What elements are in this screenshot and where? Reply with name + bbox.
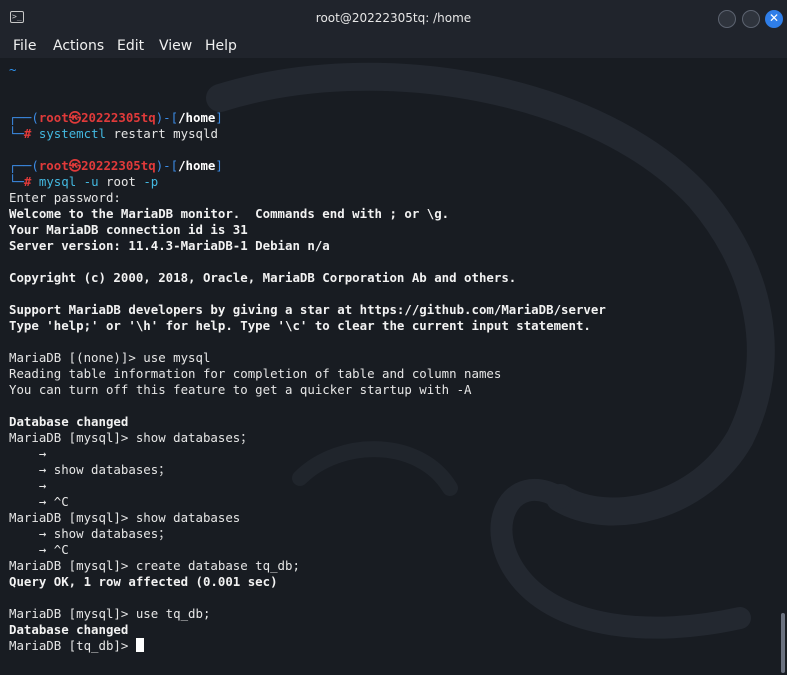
window-title: root@20222305tq: /home <box>315 11 472 25</box>
command-name: mysql <box>38 174 77 189</box>
output-line: Copyright (c) 2000, 2018, Oracle, MariaD… <box>9 270 517 285</box>
prompt-frame: ] <box>215 158 223 173</box>
maximize-button[interactable] <box>742 10 760 28</box>
prompt-frame: ┌──( <box>9 158 39 173</box>
output-line: Query OK, 1 row affected (0.001 sec) <box>9 574 278 589</box>
active-prompt: MariaDB [tq_db]> <box>9 638 136 653</box>
output-line: Database changed <box>9 414 129 429</box>
prompt-path: /home <box>178 110 216 125</box>
scrollbar-thumb[interactable] <box>781 613 785 673</box>
close-button[interactable]: ✕ <box>765 10 783 28</box>
prompt-header: ┌──(root㉿20222305tq)-[/home] <box>9 158 606 174</box>
home-tilde: ~ <box>9 62 17 77</box>
command-args: restart mysqld <box>113 126 218 141</box>
prompt-frame: └─ <box>9 126 24 141</box>
minimize-button[interactable] <box>718 10 736 28</box>
prompt-frame: ┌──( <box>9 110 39 125</box>
prompt-hash: # <box>23 174 32 189</box>
prompt-header: ┌──(root㉿20222305tq)-[/home] <box>9 110 606 126</box>
output-line: Your MariaDB connection id is 31 <box>9 222 248 237</box>
output-line: MariaDB [mysql]> create database tq_db; <box>9 558 300 573</box>
command-name: systemctl <box>38 126 106 141</box>
menu-actions[interactable]: Actions <box>53 38 104 54</box>
menu-edit[interactable]: Edit <box>117 38 144 54</box>
menu-file[interactable]: File <box>13 38 36 54</box>
output-line: → <box>9 478 47 493</box>
output-line: Server version: 11.4.3-MariaDB-1 Debian … <box>9 238 330 253</box>
output-line: MariaDB [mysql]> use tq_db; <box>9 606 211 621</box>
prompt-frame: )-[ <box>155 110 179 125</box>
command-arg: root <box>106 174 136 189</box>
menu-view[interactable]: View <box>159 38 192 54</box>
output-line: Enter password: <box>9 190 121 205</box>
output-line: MariaDB [mysql]> show databases <box>9 510 241 525</box>
active-prompt-line[interactable]: MariaDB [tq_db]> <box>9 638 606 654</box>
prompt-host: 20222305tq <box>81 158 156 173</box>
command-flag: -p <box>143 174 159 189</box>
prompt-user: root <box>38 158 69 173</box>
prompt-path: /home <box>178 158 216 173</box>
output-line: → <box>9 446 47 461</box>
output-line: Reading table information for completion… <box>9 366 502 381</box>
menu-help[interactable]: Help <box>205 38 237 54</box>
output-line: → ^C <box>9 494 69 509</box>
command-line: └─# mysql -u root -p <box>9 174 606 190</box>
output-line: → show databases； <box>9 462 171 477</box>
prompt-frame: ] <box>215 110 223 125</box>
output-line: MariaDB [mysql]> show databases； <box>9 430 253 445</box>
output-line: → show databases； <box>9 526 171 541</box>
output-line: Database changed <box>9 622 129 637</box>
command-flag: -u <box>83 174 99 189</box>
terminal-output: ~ ┌──(root㉿20222305tq)-[/home] └─# syste… <box>9 62 606 654</box>
prompt-frame: )-[ <box>155 158 179 173</box>
output-line: Support MariaDB developers by giving a s… <box>9 302 606 317</box>
output-line: Type 'help;' or '\h' for help. Type '\c'… <box>9 318 591 333</box>
title-bar: >_ root@20222305tq: /home ✕ <box>0 0 787 36</box>
command-line: └─# systemctl restart mysqld <box>9 126 606 142</box>
mariadb-session: Enter password: Welcome to the MariaDB mo… <box>9 190 606 638</box>
terminal-area[interactable]: ~ ┌──(root㉿20222305tq)-[/home] └─# syste… <box>0 58 787 675</box>
prompt-user: root <box>38 110 69 125</box>
prompt-at: ㉿ <box>68 158 82 173</box>
output-line: Welcome to the MariaDB monitor. Commands… <box>9 206 450 221</box>
output-line: → ^C <box>9 542 69 557</box>
prompt-hash: # <box>23 126 32 141</box>
prompt-frame: └─ <box>9 174 24 189</box>
prompt-at: ㉿ <box>68 110 82 125</box>
menu-bar: File Actions Edit View Help <box>0 36 787 58</box>
output-line: MariaDB [(none)]> use mysql <box>9 350 211 365</box>
prompt-host: 20222305tq <box>81 110 156 125</box>
text-cursor <box>135 638 144 652</box>
output-line: You can turn off this feature to get a q… <box>9 382 472 397</box>
